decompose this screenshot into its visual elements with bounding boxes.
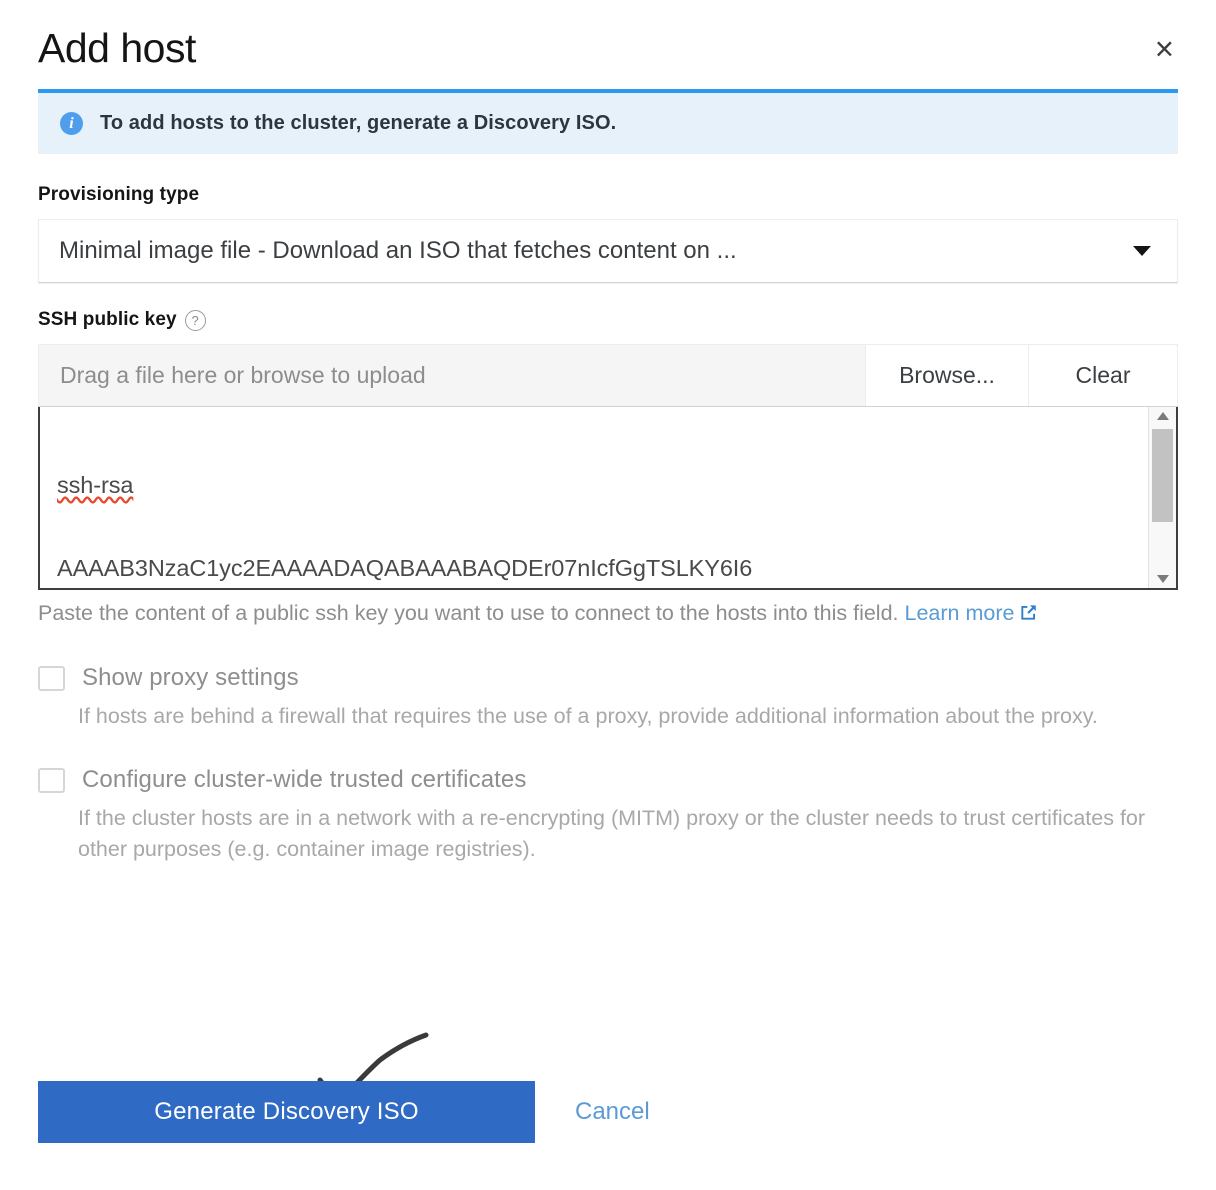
ssh-public-key-label-text: SSH public key xyxy=(38,309,177,331)
trusted-certificates-group: Configure cluster-wide trusted certifica… xyxy=(38,766,1178,865)
file-upload-row: Drag a file here or browse to upload Bro… xyxy=(38,344,1178,408)
help-circle-icon[interactable]: ? xyxy=(184,309,206,331)
info-alert: i To add hosts to the cluster, generate … xyxy=(38,89,1178,155)
ssh-key-content[interactable]: ssh-rsa AAAAB3NzaC1yc2EAAAADAQABAAABAQDE… xyxy=(40,407,1148,588)
provisioning-type-label-text: Provisioning type xyxy=(38,184,200,206)
external-link-icon[interactable] xyxy=(1019,601,1038,630)
ssh-public-key-group: SSH public key ? Drag a file here or bro… xyxy=(38,309,1178,630)
scrollbar-thumb[interactable] xyxy=(1152,429,1173,523)
ssh-key-line: ssh-rsa xyxy=(57,472,134,499)
proxy-checkbox-row[interactable]: Show proxy settings xyxy=(38,664,1178,692)
provisioning-type-label: Provisioning type xyxy=(38,184,1178,206)
show-proxy-settings-checkbox[interactable] xyxy=(38,665,65,691)
proxy-description: If hosts are behind a firewall that requ… xyxy=(78,704,1098,729)
dialog-header: Add host × xyxy=(38,0,1178,89)
generate-discovery-iso-button[interactable]: Generate Discovery ISO xyxy=(38,1081,535,1143)
scroll-up-icon[interactable] xyxy=(1156,412,1169,421)
configure-trusted-certificates-label[interactable]: Configure cluster-wide trusted certifica… xyxy=(82,766,526,794)
page-title: Add host xyxy=(38,25,196,71)
provisioning-type-value: Minimal image file - Download an ISO tha… xyxy=(59,237,737,265)
browse-button[interactable]: Browse... xyxy=(866,345,1029,407)
close-icon[interactable]: × xyxy=(1151,26,1178,65)
provisioning-type-group: Provisioning type Minimal image file - D… xyxy=(38,184,1178,284)
certificates-checkbox-row[interactable]: Configure cluster-wide trusted certifica… xyxy=(38,766,1178,794)
show-proxy-settings-label[interactable]: Show proxy settings xyxy=(82,664,299,692)
proxy-settings-group: Show proxy settings If hosts are behind … xyxy=(38,664,1178,732)
scroll-down-icon[interactable] xyxy=(1156,575,1169,584)
ssh-key-line: AAAAB3NzaC1yc2EAAAADAQABAAABAQDEr07nIcfG… xyxy=(57,554,753,581)
info-alert-message: To add hosts to the cluster, generate a … xyxy=(100,112,617,135)
add-host-dialog: Add host × i To add hosts to the cluster… xyxy=(0,0,1216,1190)
certificates-description: If the cluster hosts are in a network wi… xyxy=(78,806,1146,862)
dialog-footer: Generate Discovery ISO Cancel xyxy=(38,1081,650,1143)
provisioning-type-select[interactable]: Minimal image file - Download an ISO tha… xyxy=(38,219,1178,284)
textarea-scrollbar[interactable] xyxy=(1148,407,1176,589)
configure-trusted-certificates-checkbox[interactable] xyxy=(38,767,65,793)
learn-more-link[interactable]: Learn more xyxy=(905,601,1015,625)
clear-button[interactable]: Clear xyxy=(1029,345,1177,407)
file-drop-zone[interactable]: Drag a file here or browse to upload xyxy=(39,345,866,407)
chevron-down-icon xyxy=(1133,246,1151,257)
ssh-key-help-text: Paste the content of a public ssh key yo… xyxy=(38,599,1178,630)
ssh-public-key-label: SSH public key ? xyxy=(38,309,1178,331)
ssh-key-help-text-body: Paste the content of a public ssh key yo… xyxy=(38,601,899,626)
cancel-button[interactable]: Cancel xyxy=(575,1098,650,1126)
info-icon: i xyxy=(60,112,83,136)
ssh-key-textarea[interactable]: ssh-rsa AAAAB3NzaC1yc2EAAAADAQABAAABAQDE… xyxy=(38,407,1178,591)
